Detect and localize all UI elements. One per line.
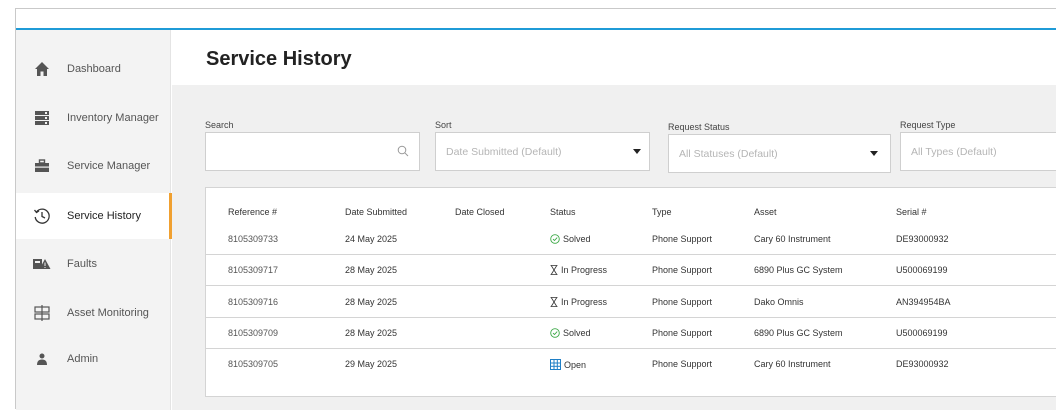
table-row[interactable]: 8105309717 28 May 2025 In Progress Phone… (206, 255, 1056, 286)
cell-reference[interactable]: 8105309716 (228, 297, 278, 307)
column-header-reference[interactable]: Reference # (228, 207, 277, 217)
cell-type: Phone Support (652, 234, 713, 244)
sidebar-item-service-history[interactable]: Service History (16, 193, 172, 239)
status-text: Open (564, 359, 587, 370)
page-title: Service History (206, 48, 352, 70)
request-status-value: All Statuses (Default) (679, 147, 778, 160)
request-status-select[interactable]: All Statuses (Default) (668, 134, 891, 173)
sidebar-item-inventory-manager[interactable]: Inventory Manager (16, 95, 171, 141)
sidebar-item-asset-monitoring[interactable]: Asset Monitoring (16, 290, 171, 336)
status-text: In Progress (561, 265, 608, 275)
column-header-type[interactable]: Type (652, 207, 672, 217)
column-header-status[interactable]: Status (550, 207, 576, 217)
cell-serial: AN394954BA (896, 297, 951, 307)
cell-serial: U500069199 (896, 328, 948, 338)
status-text: Solved (563, 328, 591, 338)
request-type-value: All Types (Default) (911, 145, 997, 158)
cell-status: Solved (550, 234, 591, 244)
sidebar-item-dashboard[interactable]: Dashboard (16, 46, 171, 92)
status-text: In Progress (561, 297, 608, 307)
hourglass-icon (550, 265, 558, 275)
cell-date-submitted: 28 May 2025 (345, 265, 398, 275)
cell-type: Phone Support (652, 359, 713, 369)
request-type-select[interactable]: All Types (Default) (900, 132, 1056, 171)
column-header-serial[interactable]: Serial # (896, 207, 927, 217)
user-icon (33, 350, 51, 368)
cell-date-submitted: 28 May 2025 (345, 328, 398, 338)
title-bar: Service History (172, 30, 1056, 85)
cell-serial: DE93000932 (896, 234, 949, 244)
cell-asset: 6890 Plus GC System (754, 265, 843, 275)
sidebar-item-label: Dashboard (67, 63, 121, 75)
sidebar-item-faults[interactable]: Faults (16, 241, 171, 287)
search-label: Search (205, 120, 234, 130)
sidebar-item-label: Service Manager (67, 160, 151, 172)
request-status-label: Request Status (668, 122, 730, 132)
search-input[interactable] (205, 132, 420, 171)
cell-asset: 6890 Plus GC System (754, 328, 843, 338)
cell-type: Phone Support (652, 328, 713, 338)
cell-asset: Cary 60 Instrument (754, 359, 831, 369)
grid-icon (550, 359, 561, 370)
sort-label: Sort (435, 120, 452, 130)
column-header-date-submitted[interactable]: Date Submitted (345, 207, 407, 217)
sidebar-item-admin[interactable]: Admin (16, 336, 171, 382)
column-header-asset[interactable]: Asset (754, 207, 777, 217)
cell-type: Phone Support (652, 297, 713, 307)
table-row[interactable]: 8105309709 28 May 2025 Solved Phone Supp… (206, 318, 1056, 349)
main-content: Service History Search Sort Date Submitt… (172, 30, 1056, 410)
toolbox-icon (33, 157, 51, 175)
check-circle-icon (550, 234, 560, 244)
cell-reference[interactable]: 8105309717 (228, 265, 278, 275)
home-icon (33, 60, 51, 78)
cell-status: In Progress (550, 297, 607, 307)
cell-type: Phone Support (652, 265, 713, 275)
cell-date-submitted: 24 May 2025 (345, 234, 398, 244)
table-row[interactable]: 8105309733 24 May 2025 Solved Phone Supp… (206, 224, 1056, 255)
cell-date-submitted: 29 May 2025 (345, 359, 398, 369)
sidebar: Dashboard Inventory Manager Service Mana… (16, 30, 172, 410)
cell-asset: Cary 60 Instrument (754, 234, 831, 244)
cell-status: Solved (550, 328, 591, 338)
cell-reference[interactable]: 8105309733 (228, 234, 278, 244)
monitoring-icon (33, 304, 51, 322)
chevron-down-icon (870, 151, 878, 156)
hourglass-icon (550, 297, 558, 307)
server-icon (33, 109, 51, 127)
column-header-date-closed[interactable]: Date Closed (455, 207, 505, 217)
cell-status: Open (550, 359, 586, 370)
cell-date-submitted: 28 May 2025 (345, 297, 398, 307)
sidebar-item-label: Service History (67, 210, 141, 222)
history-icon (33, 207, 51, 225)
table-row[interactable]: 8105309705 29 May 2025 Open Phone Suppor… (206, 349, 1056, 380)
app-window: Dashboard Inventory Manager Service Mana… (15, 8, 1056, 410)
cell-serial: DE93000932 (896, 359, 949, 369)
table-row[interactable]: 8105309716 28 May 2025 In Progress Phone… (206, 287, 1056, 318)
cell-asset: Dako Omnis (754, 297, 804, 307)
fault-icon (33, 255, 51, 273)
search-icon[interactable] (397, 145, 409, 160)
sidebar-item-label: Asset Monitoring (67, 307, 149, 319)
cell-status: In Progress (550, 265, 607, 275)
request-type-label: Request Type (900, 120, 956, 130)
sidebar-item-label: Admin (67, 353, 99, 365)
sidebar-item-label: Inventory Manager (67, 112, 159, 124)
sort-value: Date Submitted (Default) (446, 145, 562, 158)
check-circle-icon (550, 328, 560, 338)
sort-select[interactable]: Date Submitted (Default) (435, 132, 650, 171)
sidebar-item-service-manager[interactable]: Service Manager (16, 143, 171, 189)
service-history-table: Reference # Date Submitted Date Closed S… (205, 187, 1056, 397)
chevron-down-icon (633, 149, 641, 154)
cell-reference[interactable]: 8105309705 (228, 359, 278, 369)
cell-reference[interactable]: 8105309709 (228, 328, 278, 338)
sidebar-item-label: Faults (67, 258, 97, 270)
cell-serial: U500069199 (896, 265, 948, 275)
status-text: Solved (563, 234, 591, 244)
